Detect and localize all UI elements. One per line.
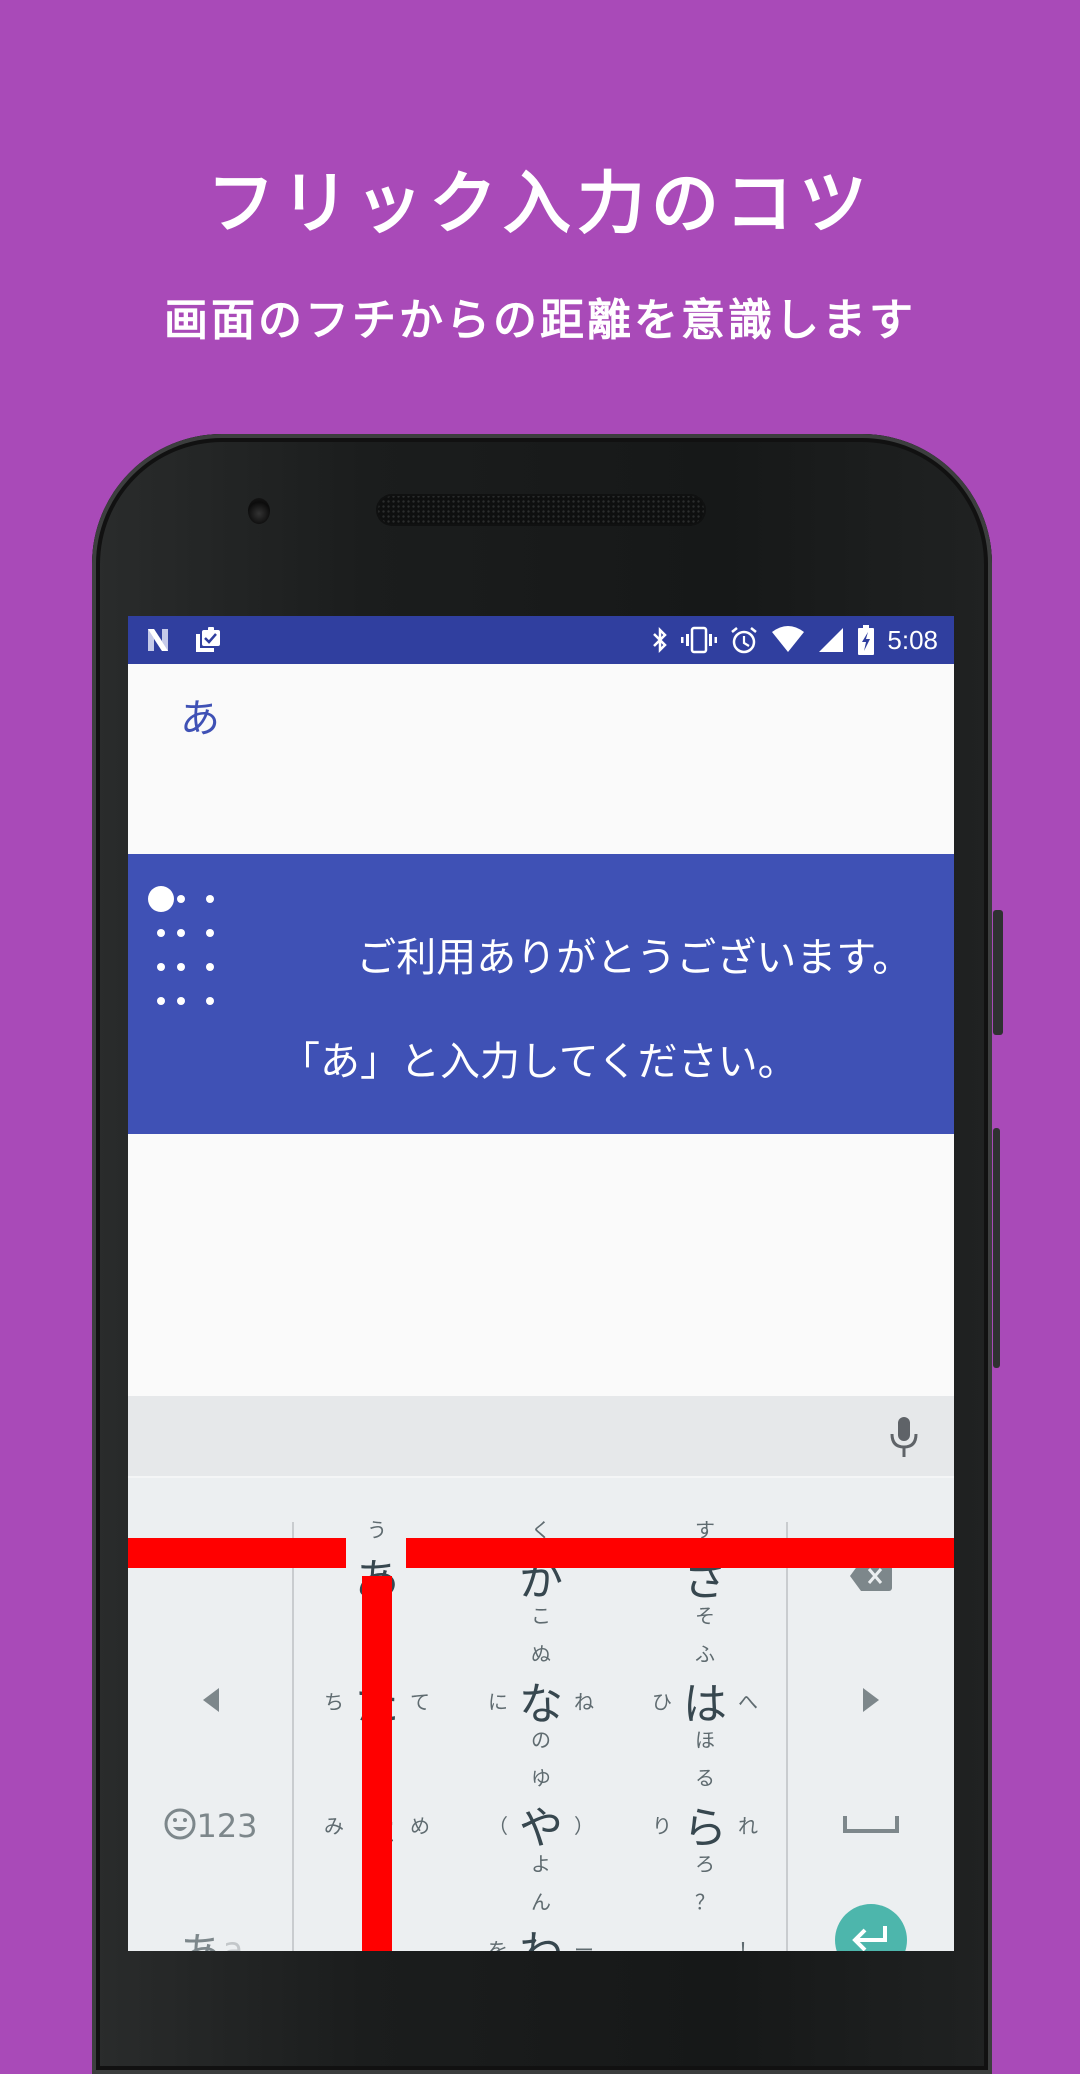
progress-dot: [157, 963, 165, 971]
flick-right-label: ね: [574, 1690, 594, 1714]
progress-dot: [206, 997, 214, 1005]
key-ka[interactable]: く か こ: [458, 1516, 624, 1640]
key-wa[interactable]: ん わ を ー: [458, 1888, 624, 1951]
flick-left-label: み: [324, 1814, 344, 1838]
status-time: 5:08: [887, 624, 938, 655]
wifi-icon: [771, 626, 805, 654]
progress-dot: [177, 963, 185, 971]
flick-up-label: ぬ: [531, 1642, 551, 1666]
flick-right-label: ）: [574, 1814, 594, 1838]
flick-right-label: て: [410, 1690, 430, 1714]
progress-dot: [206, 929, 214, 937]
progress-dot: [157, 929, 165, 937]
cursor-left-key[interactable]: [128, 1640, 294, 1764]
promo-subtitle: 画面のフチからの距離を意識します: [164, 295, 916, 346]
enter-button[interactable]: [835, 1904, 907, 1951]
flick-left-label: ひ: [652, 1690, 672, 1714]
key-ya[interactable]: ゆ や よ （ ）: [458, 1764, 624, 1888]
practice-input-area[interactable]: あ: [128, 664, 954, 854]
arrow-left-icon: [201, 1687, 221, 1717]
distance-guide-horizontal-right: [406, 1538, 954, 1568]
flick-left-label: り: [652, 1814, 672, 1838]
arrow-right-icon: [861, 1687, 881, 1717]
key-ha[interactable]: ふ は ほ ひ へ: [622, 1640, 788, 1764]
flick-down-label: こ: [531, 1604, 551, 1628]
flick-left-label: を: [488, 1938, 508, 1951]
phone-screen: 5:08 あ ご利用ありがとうございます。 「あ」と入力してください。 う く …: [128, 616, 954, 1951]
progress-dot: [177, 997, 185, 1005]
symbols-key[interactable]: 123: [128, 1764, 294, 1888]
earpiece-speaker: [376, 494, 706, 526]
content-blank-area: [128, 1134, 954, 1396]
distance-guide-vertical: [362, 1576, 392, 1951]
key-main-label: は: [683, 1679, 727, 1730]
typed-text: あ: [180, 696, 220, 742]
key-sa[interactable]: す さ そ: [622, 1516, 788, 1640]
progress-dot: [206, 895, 214, 903]
flick-left-label: （: [488, 1814, 508, 1838]
promo-title: フリック入力のコツ: [206, 165, 873, 244]
key-punctuation[interactable]: ？ 、 。 ！: [622, 1888, 788, 1951]
key-main-label: わ: [458, 1916, 624, 1951]
battery-charging-icon: [857, 625, 875, 655]
flick-left-label: 。: [652, 1938, 672, 1951]
flick-up-label: ゆ: [531, 1766, 551, 1790]
flick-right-label: ！: [738, 1938, 758, 1951]
cursor-right-key[interactable]: [788, 1640, 954, 1764]
flick-down-label: の: [531, 1728, 551, 1752]
flick-down-label: そ: [695, 1604, 715, 1628]
input-mode-key[interactable]: あa: [128, 1888, 294, 1951]
android-n-icon: [146, 627, 176, 653]
enter-icon: [851, 1924, 891, 1951]
flick-up-label: ん: [531, 1890, 551, 1914]
progress-dot: [177, 929, 185, 937]
instruction-panel: ご利用ありがとうございます。 「あ」と入力してください。: [128, 854, 954, 1134]
key-ra[interactable]: る ら ろ り れ: [622, 1764, 788, 1888]
status-bar: 5:08: [128, 616, 954, 664]
power-button: [993, 910, 1003, 1035]
enter-key[interactable]: [788, 1878, 954, 1951]
symbols-key-label: 123: [196, 1807, 258, 1845]
distance-guide-horizontal-left: [128, 1538, 346, 1568]
flick-down-label: よ: [531, 1852, 551, 1876]
key-main-label: ら: [683, 1803, 727, 1854]
backspace-key[interactable]: [788, 1516, 954, 1640]
progress-dot: [157, 997, 165, 1005]
alarm-icon: [729, 625, 759, 655]
bluetooth-icon: [651, 626, 669, 654]
input-mode-latin-label: a: [222, 1930, 244, 1951]
flick-up-label: ？: [695, 1890, 715, 1914]
progress-dot: [177, 895, 185, 903]
signal-icon: [817, 626, 845, 654]
keyboard-toolbar: [128, 1396, 954, 1478]
flick-right-label: れ: [738, 1814, 758, 1838]
input-mode-kana-label: あ: [179, 1918, 223, 1951]
instruction-line-1: ご利用ありがとうございます。: [356, 935, 913, 981]
progress-dots: [148, 886, 218, 1006]
key-main-label: な: [519, 1679, 563, 1730]
key-main-label: や: [519, 1803, 563, 1854]
flick-down-label: ほ: [695, 1728, 715, 1752]
space-key[interactable]: [788, 1764, 954, 1888]
volume-button: [993, 1128, 1000, 1368]
flick-left-label: ち: [324, 1690, 344, 1714]
flick-up-label: る: [695, 1766, 715, 1790]
flick-down-label: ろ: [695, 1852, 715, 1876]
space-icon: [843, 1814, 899, 1838]
clipboard-check-icon: [194, 626, 222, 654]
instruction-line-2: 「あ」と入力してください。: [280, 1039, 798, 1085]
flick-right-label: へ: [738, 1690, 758, 1714]
vibrate-icon: [681, 626, 718, 654]
progress-dot-current: [148, 886, 174, 912]
flick-left-label: に: [488, 1690, 508, 1714]
front-camera: [248, 498, 270, 524]
progress-dot: [206, 963, 214, 971]
flick-up-label: ふ: [695, 1642, 715, 1666]
key-main-label: 、: [622, 1916, 788, 1951]
flick-right-label: め: [410, 1814, 430, 1838]
microphone-icon[interactable]: [888, 1416, 920, 1462]
key-na[interactable]: ぬ な の に ね: [458, 1640, 624, 1764]
flick-right-label: ー: [574, 1938, 594, 1951]
emoji-icon: [164, 1808, 196, 1844]
